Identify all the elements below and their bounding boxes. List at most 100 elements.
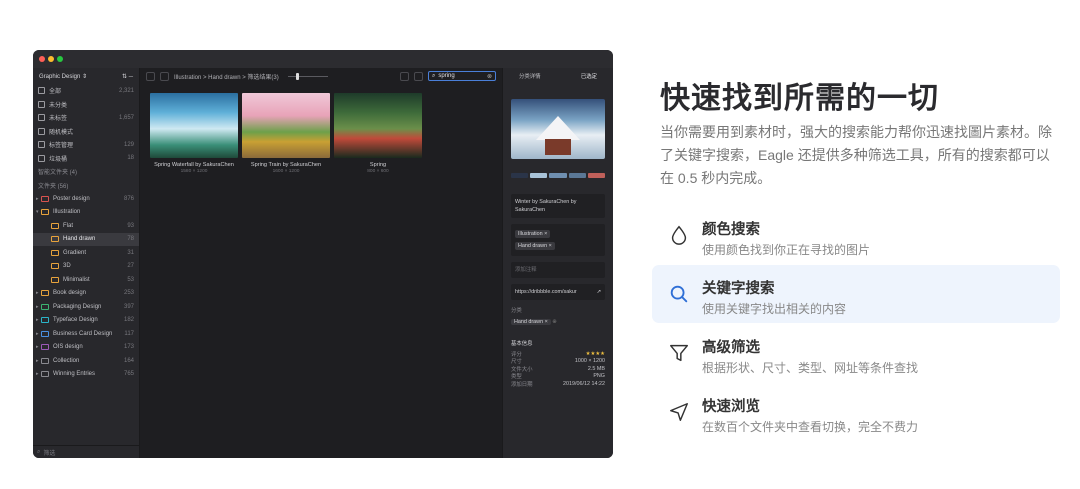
folder-item[interactable]: Hand drawn 78	[33, 232, 139, 246]
promo-section: 快速找到所需的一切 当你需要用到素材时，强大的搜索能力帮你迅速找圖片素材。除了关…	[652, 0, 1062, 489]
folder-label: Collection	[53, 357, 80, 364]
result-card[interactable]: Spring 800 × 600	[334, 93, 422, 174]
folder-label: Poster design	[53, 195, 90, 202]
minimize-window-button[interactable]	[48, 56, 54, 62]
folder-count: 53	[127, 276, 134, 283]
folder-item[interactable]: ▸ Winning Entries 765	[33, 368, 139, 382]
color-palette	[511, 173, 606, 178]
result-thumbnail[interactable]	[334, 93, 422, 158]
folder-chip[interactable]: Hand drawn ×	[511, 319, 551, 325]
sidebar-item[interactable]: 垃圾桶 18	[33, 152, 139, 166]
palette-swatch[interactable]	[511, 173, 529, 178]
zoom-slider[interactable]	[287, 72, 328, 80]
feature-item[interactable]: 快速浏览 在数百个文件夹中查看切换，完全不费力	[652, 383, 1060, 441]
folder-icon	[41, 209, 49, 216]
sidebar-item-count: 129	[123, 141, 134, 148]
url-value: https://dribbble.com/sakur	[515, 289, 577, 295]
sidebar-item-label: 未标签	[49, 116, 68, 123]
palette-swatch[interactable]	[549, 173, 567, 178]
folder-item[interactable]: ▸ Collection 164	[33, 354, 139, 368]
result-title: Spring Train by SakuraChen	[250, 162, 322, 168]
breadcrumb[interactable]: Illustration > Hand drawn > 筛选结果(3)	[174, 72, 279, 81]
folder-icon	[51, 276, 59, 283]
tab-folder-details[interactable]: 分类详情	[519, 72, 541, 80]
library-switcher[interactable]: Graphic Design ⇕ ⇅ ─	[33, 68, 139, 84]
annotation-field[interactable]: 添加注释	[511, 262, 605, 278]
folder-chip-row: Hand drawn × ⊕	[511, 317, 605, 327]
folder-item[interactable]: ▸ OIS design 173	[33, 341, 139, 355]
result-thumbnail[interactable]	[150, 93, 238, 158]
result-thumbnail[interactable]	[242, 93, 330, 158]
tag-row: Illustration ×	[515, 228, 601, 240]
folder-count: 397	[123, 303, 134, 310]
sidebar-item[interactable]: 未标签 1,657	[33, 111, 139, 125]
sort-button[interactable]	[400, 71, 409, 81]
sidebar-item[interactable]: 标签管理 129	[33, 138, 139, 152]
folder-item[interactable]: 3D 27	[33, 260, 139, 274]
add-folder-icon[interactable]: ⊕	[552, 319, 557, 325]
sidebar-item[interactable]: 随机模式	[33, 125, 139, 139]
sort-icon[interactable]: ⇅ ─	[122, 73, 133, 80]
clear-search-icon[interactable]: ⊗	[487, 73, 492, 80]
folder-label: Business Card Design	[53, 330, 113, 337]
url-field[interactable]: https://dribbble.com/sakur ↗	[511, 284, 605, 300]
smart-folders-header[interactable]: 智能文件夹 (4)	[33, 165, 139, 179]
forward-button[interactable]	[160, 71, 169, 81]
tag-chip[interactable]: Hand drawn ×	[515, 242, 555, 250]
folder-icon	[41, 317, 49, 324]
sidebar-item[interactable]: 未分类	[33, 98, 139, 112]
folder-filter-input[interactable]: ⌕ 筛选	[33, 445, 139, 458]
folder-icon	[41, 303, 49, 310]
filter-button[interactable]	[414, 71, 423, 81]
folder-count: 253	[123, 290, 134, 297]
zoom-slider-handle[interactable]	[295, 72, 299, 80]
preview-image	[511, 99, 605, 159]
promo-heading: 快速找到所需的一切	[660, 82, 939, 115]
external-link-icon[interactable]: ↗	[596, 288, 601, 296]
folder-item[interactable]: Minimalist 53	[33, 273, 139, 287]
search-input[interactable]: ⌕ spring ⊗	[428, 71, 496, 81]
folder-label: Packaging Design	[53, 303, 102, 310]
info-value[interactable]: ★★★★	[586, 351, 605, 357]
feature-item[interactable]: 高级筛选 根据形状、尺寸、类型、网址等条件查找	[652, 324, 1060, 382]
palette-swatch[interactable]	[568, 173, 586, 178]
folder-count: 173	[123, 344, 134, 351]
sidebar-item[interactable]: 全部 2,321	[33, 84, 139, 98]
back-button[interactable]	[146, 71, 155, 81]
drop-icon	[668, 224, 690, 246]
result-dimensions: 800 × 600	[367, 169, 389, 174]
promo-description: 当你需要用到素材时，强大的搜索能力帮你迅速找圖片素材。除了关键字搜索，Eagle…	[660, 124, 1052, 186]
sidebar-item-label: 垃圾桶	[49, 156, 68, 163]
library-name: Graphic Design ⇕	[39, 73, 88, 80]
zoom-window-button[interactable]	[57, 56, 63, 62]
result-card[interactable]: Spring Waterfall by SakuraChen 1580 × 120…	[150, 93, 238, 174]
close-window-button[interactable]	[39, 56, 45, 62]
preview-cabin-wall	[545, 139, 571, 155]
folder-item[interactable]: ▾ Illustration	[33, 206, 139, 220]
result-card[interactable]: Spring Train by SakuraChen 1600 × 1200	[242, 93, 330, 174]
palette-swatch[interactable]	[530, 173, 548, 178]
filter-icon	[668, 342, 690, 364]
folder-item[interactable]: ▸ Packaging Design 397	[33, 300, 139, 314]
folder-item[interactable]: Flat 93	[33, 219, 139, 233]
info-value: 2.5 MB	[587, 365, 605, 372]
folder-item[interactable]: ▸ Book design 253	[33, 287, 139, 301]
feature-item[interactable]: 颜色搜索 使用颜色找到你正在寻找的图片	[652, 206, 1060, 264]
palette-swatch[interactable]	[587, 173, 606, 178]
item-name-field[interactable]: Winter by SakuraChen by SakuraChen	[511, 194, 605, 218]
folder-item[interactable]: Gradient 31	[33, 246, 139, 260]
tag-chip[interactable]: Illustration ×	[515, 230, 551, 238]
folder-icon	[41, 371, 49, 378]
folder-item[interactable]: ▸ Business Card Design 117	[33, 327, 139, 341]
folders-header[interactable]: 文件夹 (56)	[33, 179, 139, 193]
search-value: spring	[438, 73, 455, 79]
folder-item[interactable]: ▸ Typeface Design 182	[33, 314, 139, 328]
folder-item[interactable]: ▸ Poster design 876	[33, 192, 139, 206]
tab-selected[interactable]: 已选定	[581, 72, 597, 80]
folder-label: Hand drawn	[63, 236, 96, 243]
trash-icon	[38, 154, 45, 162]
folder-count: 876	[123, 195, 134, 202]
tags-field[interactable]: Illustration × Hand drawn ×	[511, 224, 605, 256]
feature-item[interactable]: 关键字搜索 使用关键字找出相关的内容	[652, 265, 1060, 323]
folder-label: Gradient	[63, 249, 87, 256]
